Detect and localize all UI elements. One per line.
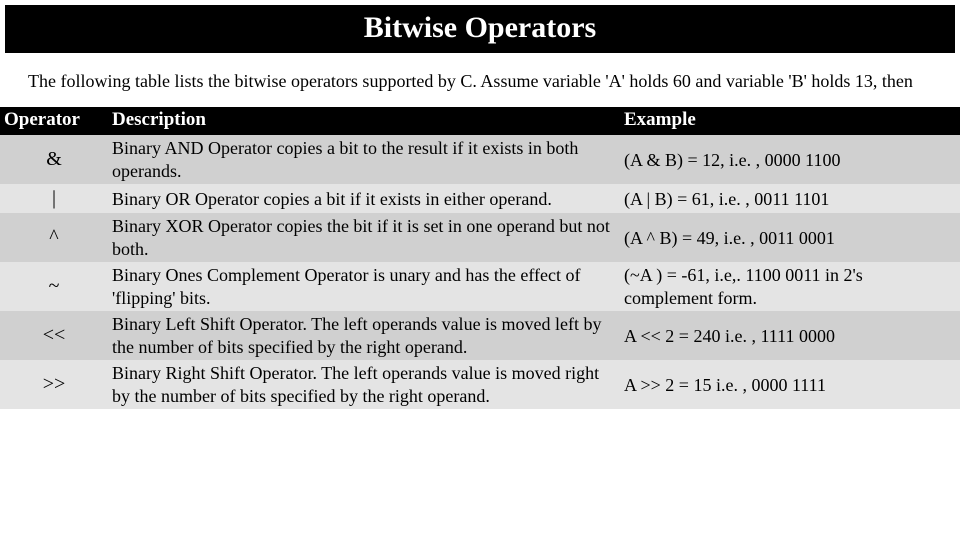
cell-operator: >> [0, 360, 108, 409]
table-row: << Binary Left Shift Operator. The left … [0, 311, 960, 360]
table-row: >> Binary Right Shift Operator. The left… [0, 360, 960, 409]
table-row: ^ Binary XOR Operator copies the bit if … [0, 213, 960, 262]
table-row: | Binary OR Operator copies a bit if it … [0, 184, 960, 213]
page-title: Bitwise Operators [4, 4, 956, 54]
intro-text: The following table lists the bitwise op… [0, 58, 960, 107]
cell-operator: << [0, 311, 108, 360]
cell-description: Binary AND Operator copies a bit to the … [108, 135, 620, 184]
header-operator: Operator [0, 107, 108, 135]
cell-example: (A ^ B) = 49, i.e. , 0011 0001 [620, 213, 960, 262]
table-header-row: Operator Description Example [0, 107, 960, 135]
cell-example: (A | B) = 61, i.e. , 0011 1101 [620, 184, 960, 213]
cell-description: Binary XOR Operator copies the bit if it… [108, 213, 620, 262]
operators-table: Operator Description Example & Binary AN… [0, 107, 960, 409]
cell-example: (~A ) = -61, i.e,. 1100 0011 in 2's comp… [620, 262, 960, 311]
cell-example: (A & B) = 12, i.e. , 0000 1100 [620, 135, 960, 184]
cell-description: Binary Ones Complement Operator is unary… [108, 262, 620, 311]
cell-operator: ^ [0, 213, 108, 262]
cell-example: A >> 2 = 15 i.e. , 0000 1111 [620, 360, 960, 409]
table-row: & Binary AND Operator copies a bit to th… [0, 135, 960, 184]
cell-description: Binary OR Operator copies a bit if it ex… [108, 184, 620, 213]
cell-operator: & [0, 135, 108, 184]
header-description: Description [108, 107, 620, 135]
table-row: ~ Binary Ones Complement Operator is una… [0, 262, 960, 311]
cell-operator: ~ [0, 262, 108, 311]
header-example: Example [620, 107, 960, 135]
cell-description: Binary Left Shift Operator. The left ope… [108, 311, 620, 360]
cell-description: Binary Right Shift Operator. The left op… [108, 360, 620, 409]
cell-operator: | [0, 184, 108, 213]
cell-example: A << 2 = 240 i.e. , 1111 0000 [620, 311, 960, 360]
